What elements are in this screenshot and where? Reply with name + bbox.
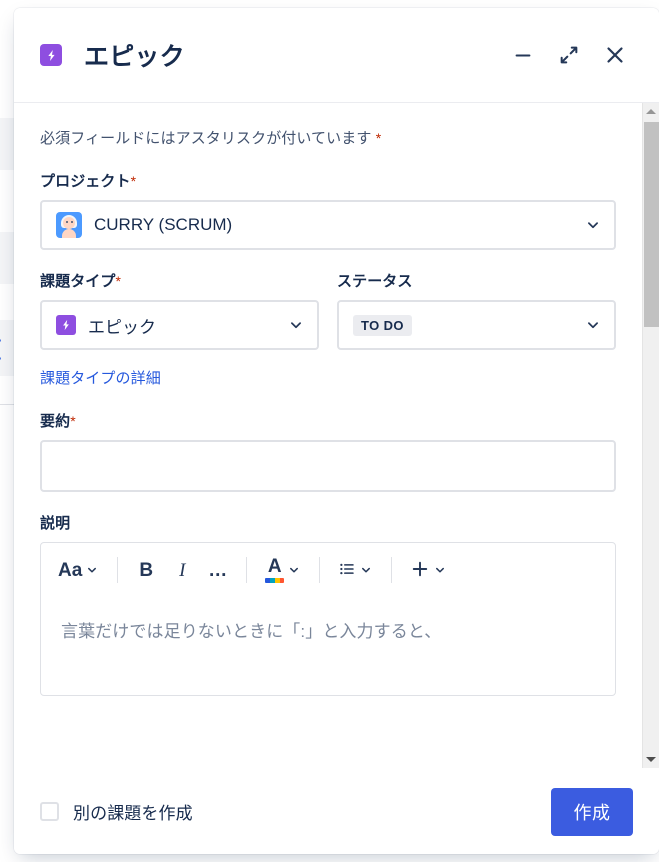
status-value-wrap: TO DO [353,314,584,336]
issue-type-label-text: 課題タイプ [40,273,116,290]
issue-type-value: エピック [88,317,156,337]
toolbar-divider [246,557,248,583]
minimize-icon[interactable] [505,37,541,73]
required-asterisk: * [375,130,382,146]
status-label-text: ステータス [337,273,413,290]
editor-toolbar: Aa B I … A [41,543,615,597]
summary-field: 要約* [40,410,616,492]
text-color-glyph: A [267,556,282,577]
text-style-label: Aa [58,559,83,581]
status-badge: TO DO [353,314,412,336]
project-select-value-wrap: CURRY (SCRUM) [56,212,584,238]
create-another-checkbox-wrap[interactable]: 別の課題を作成 [40,799,193,824]
insert-button[interactable] [403,552,454,588]
status-select[interactable]: TO DO [337,300,616,350]
background-left-strip: [ [0,0,14,862]
text-color-button[interactable]: A [258,552,308,588]
background-divider [0,404,14,405]
bold-label: B [139,559,154,581]
project-avatar-icon [56,212,82,238]
italic-button[interactable]: I [165,552,199,588]
summary-required-asterisk: * [70,413,76,429]
project-required-asterisk: * [130,173,137,189]
description-label: 説明 [40,512,616,533]
required-note-text: 必須フィールドにはアスタリスクが付いています [40,130,372,147]
chevron-down-icon [287,316,305,334]
project-label: プロジェクト* [40,170,616,191]
background-glyph: [ [0,338,6,360]
type-status-row: 課題タイプ* エピック ステータス TO DO [40,270,616,370]
scroll-up-arrow-icon[interactable] [643,103,659,120]
description-field: 説明 Aa B I … A 言葉だけでは足りないときに「:」と入力すると、 [40,512,616,696]
scroll-down-arrow-icon[interactable] [643,751,659,768]
plus-icon [410,559,430,582]
issue-type-required-asterisk: * [115,273,122,289]
issue-type-value-wrap: エピック [56,313,287,338]
page-title: エピック [84,43,185,71]
scrollbar-thumb[interactable] [644,122,659,327]
modal-body-wrapper: 必須フィールドにはアスタリスクが付いています * プロジェクト* CURRY (… [14,102,659,768]
chevron-down-icon [584,216,602,234]
color-swatch-bar [265,578,285,583]
toolbar-divider [319,557,321,583]
summary-label: 要約* [40,410,616,431]
description-placeholder[interactable]: 言葉だけでは足りないときに「:」と入力すると、 [41,597,615,695]
modal-footer: 別の課題を作成 作成 [14,768,659,854]
project-label-text: プロジェクト [40,173,131,190]
bulleted-list-icon [338,560,356,581]
more-formatting-label: … [208,559,229,581]
issue-type-field: 課題タイプ* エピック [40,270,319,350]
chevron-down-icon [433,563,447,577]
status-field: ステータス TO DO [337,270,616,350]
chevron-down-icon [359,563,373,577]
text-style-button[interactable]: Aa [51,552,106,588]
more-formatting-button[interactable]: … [201,552,235,588]
issue-type-details-link[interactable]: 課題タイプの詳細 [40,367,161,388]
epic-lightning-icon [56,315,76,335]
create-another-label: 別の課題を作成 [73,804,193,823]
create-button[interactable]: 作成 [551,787,633,836]
description-label-text: 説明 [40,515,71,532]
expand-icon[interactable] [551,37,587,73]
modal-header: エピック [14,8,659,102]
summary-input[interactable] [40,440,616,492]
required-fields-note: 必須フィールドにはアスタリスクが付いています * [40,127,616,148]
modal-body: 必須フィールドにはアスタリスクが付いています * プロジェクト* CURRY (… [14,103,642,768]
project-field: プロジェクト* CURRY (SCRUM) [40,170,616,250]
background-row [0,118,14,170]
italic-label: I [179,559,186,581]
background-row [0,232,14,284]
summary-label-text: 要約 [40,413,71,430]
bold-button[interactable]: B [129,552,163,588]
chevron-down-icon [85,563,99,577]
toolbar-divider [391,557,393,583]
issue-type-label: 課題タイプ* [40,270,319,291]
status-label: ステータス [337,270,616,291]
project-select[interactable]: CURRY (SCRUM) [40,200,616,250]
create-issue-modal: エピック 必須フィールドにはアスタリスクが付いています * プロジェクト* CU… [14,8,659,854]
chevron-down-icon [287,563,301,577]
description-editor: Aa B I … A 言葉だけでは足りないときに「:」と入力すると、 [40,542,616,696]
bulleted-list-button[interactable] [331,552,380,588]
epic-lightning-icon [40,44,62,66]
project-select-value: CURRY (SCRUM) [94,215,233,234]
create-another-checkbox[interactable] [40,802,59,821]
chevron-down-icon [584,316,602,334]
vertical-scrollbar[interactable] [642,103,659,768]
toolbar-divider [117,557,119,583]
close-icon[interactable] [597,37,633,73]
text-color-icon: A [265,556,285,583]
issue-type-select[interactable]: エピック [40,300,319,350]
